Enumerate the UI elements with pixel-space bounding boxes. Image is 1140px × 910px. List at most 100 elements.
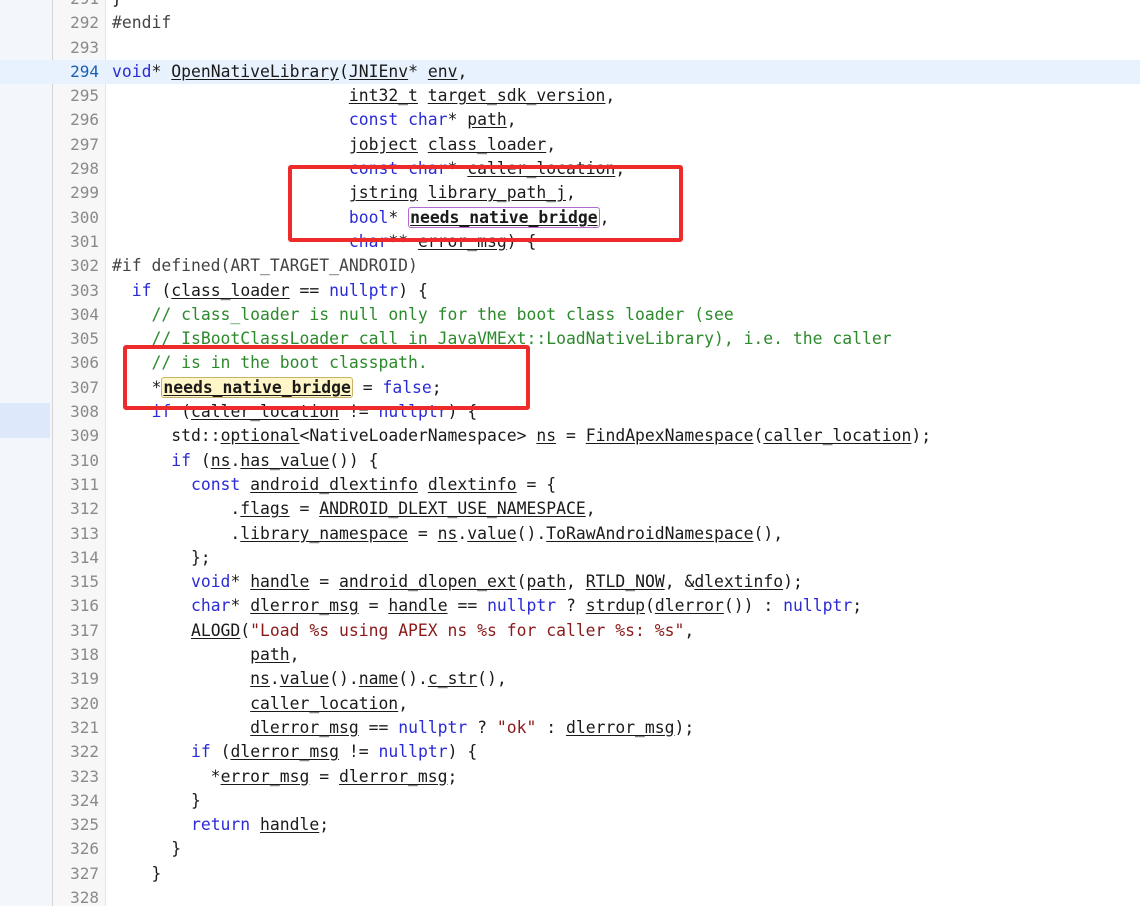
code-line[interactable]: 317 ALOGD("Load %s using APEX ns %s for … <box>0 619 1140 643</box>
highlighted-identifier[interactable]: needs_native_bridge <box>408 206 600 228</box>
code-line[interactable]: 324 } <box>0 789 1140 813</box>
function-name[interactable]: android_dlopen_ext <box>339 572 517 591</box>
identifier[interactable]: dlerror_msg <box>250 718 359 737</box>
identifier[interactable]: ANDROID_DLEXT_USE_NAMESPACE <box>319 499 585 518</box>
identifier[interactable]: dlextinfo <box>428 475 517 494</box>
code-line[interactable]: 323 *error_msg = dlerror_msg; <box>0 765 1140 789</box>
identifier[interactable]: handle <box>260 815 319 834</box>
code-line[interactable]: 309 std::optional<NativeLoaderNamespace>… <box>0 424 1140 448</box>
identifier[interactable]: jobject <box>349 135 418 154</box>
code-line[interactable]: 321 dlerror_msg == nullptr ? "ok" : dler… <box>0 716 1140 740</box>
identifier[interactable]: error_msg <box>418 232 507 251</box>
identifier[interactable]: ns <box>211 451 231 470</box>
function-name[interactable]: name <box>359 669 398 688</box>
code-line[interactable]: 315 void* handle = android_dlopen_ext(pa… <box>0 570 1140 594</box>
code-line[interactable]: 298 const char* caller_location, <box>0 157 1140 181</box>
identifier[interactable]: caller_location <box>467 159 615 178</box>
identifier[interactable]: caller_location <box>191 402 339 421</box>
code-line[interactable]: 306 // is in the boot classpath. <box>0 351 1140 375</box>
identifier[interactable]: dlerror_msg <box>566 718 675 737</box>
function-name[interactable]: ALOGD <box>191 621 240 640</box>
code-line[interactable]: 291} <box>0 0 1140 11</box>
code-line[interactable]: 328 <box>0 886 1140 910</box>
code-line[interactable]: 304 // class_loader is null only for the… <box>0 303 1140 327</box>
code-line[interactable]: 318 path, <box>0 643 1140 667</box>
code-line[interactable]: 326 } <box>0 837 1140 861</box>
code-line[interactable]: 310 if (ns.has_value()) { <box>0 449 1140 473</box>
code-token: ( <box>210 742 231 762</box>
line-text: char* dlerror_msg = handle == nullptr ? … <box>112 594 862 618</box>
code-line[interactable]: 303 if (class_loader == nullptr) { <box>0 279 1140 303</box>
code-line[interactable]: 292 #endif <box>0 11 1140 35</box>
code-line[interactable]: 319 ns.value().name().c_str(), <box>0 667 1140 691</box>
identifier[interactable]: library_namespace <box>240 524 408 543</box>
identifier[interactable]: env <box>428 62 458 81</box>
identifier[interactable]: path <box>467 110 506 129</box>
identifier[interactable]: dlerror_msg <box>250 596 359 615</box>
code-line[interactable]: 293 <box>0 36 1140 60</box>
identifier[interactable]: target_sdk_version <box>428 86 606 105</box>
identifier[interactable]: error_msg <box>221 767 310 786</box>
identifier[interactable]: library_path_j <box>428 183 566 202</box>
function-name[interactable]: ToRawAndroidNamespace <box>546 524 753 543</box>
code-line[interactable]: 305 // IsBootClassLoader call in JavaVME… <box>0 327 1140 351</box>
function-name[interactable]: OpenNativeLibrary <box>171 62 339 81</box>
code-line[interactable]: 300 bool* needs_native_bridge, <box>0 206 1140 230</box>
identifier[interactable]: ns <box>250 669 270 688</box>
code-line[interactable]: 322 if (dlerror_msg != nullptr) { <box>0 740 1140 764</box>
code-token: * <box>230 596 251 616</box>
identifier[interactable]: class_loader <box>171 281 289 300</box>
code-line[interactable]: 314 }; <box>0 546 1140 570</box>
identifier[interactable]: caller_location <box>763 426 911 445</box>
code-line[interactable]: 299 jstring library_path_j, <box>0 181 1140 205</box>
highlighted-identifier[interactable]: needs_native_bridge <box>161 376 353 398</box>
code-line[interactable]: 308 if (caller_location != nullptr) { <box>0 400 1140 424</box>
identifier[interactable]: path <box>250 645 289 664</box>
code-line[interactable]: 325 return handle; <box>0 813 1140 837</box>
identifier[interactable]: dlextinfo <box>694 572 783 591</box>
code-line[interactable]: 307 * needs_native_bridge = false; <box>0 376 1140 400</box>
code-line[interactable]: 313 .library_namespace = ns.value().ToRa… <box>0 522 1140 546</box>
function-name[interactable]: dlerror <box>655 596 724 615</box>
identifier[interactable]: handle <box>388 596 447 615</box>
function-name[interactable]: FindApexNamespace <box>586 426 754 445</box>
identifier[interactable]: ns <box>536 426 556 445</box>
identifier[interactable]: optional <box>221 426 300 445</box>
identifier[interactable]: handle <box>250 572 309 591</box>
function-name[interactable]: c_str <box>428 669 477 688</box>
code-line[interactable]: 294 void* OpenNativeLibrary(JNIEnv* env, <box>0 59 1140 85</box>
identifier[interactable]: RTLD_NOW <box>586 572 665 591</box>
line-text: #if defined(ART_TARGET_ANDROID) <box>112 254 418 278</box>
code-line[interactable]: 296 const char* path, <box>0 108 1140 132</box>
function-name[interactable]: value <box>280 669 329 688</box>
code-line[interactable]: 297 jobject class_loader, <box>0 133 1140 157</box>
identifier[interactable]: ns <box>438 524 458 543</box>
identifier[interactable]: class_loader <box>428 135 546 154</box>
code-line[interactable]: 316 char* dlerror_msg = handle == nullpt… <box>0 594 1140 618</box>
code-token: , <box>605 86 616 106</box>
code-line[interactable]: 302 #if defined(ART_TARGET_ANDROID) <box>0 254 1140 278</box>
identifier[interactable]: path <box>527 572 566 591</box>
identifier[interactable]: caller_location <box>250 694 398 713</box>
code-line[interactable]: 312 .flags = ANDROID_DLEXT_USE_NAMESPACE… <box>0 497 1140 521</box>
function-name[interactable]: strdup <box>586 596 645 615</box>
identifier[interactable]: int32_t <box>349 86 418 105</box>
function-name[interactable]: value <box>467 524 516 543</box>
identifier[interactable]: JNIEnv <box>349 62 408 81</box>
code-editor[interactable]: 291}292#endif293294void* OpenNativeLibra… <box>0 0 1140 910</box>
code-line[interactable]: 295 int32_t target_sdk_version, <box>0 84 1140 108</box>
code-token: , <box>585 499 596 519</box>
code-line[interactable]: 301 char** error_msg) { <box>0 230 1140 254</box>
identifier[interactable]: dlerror_msg <box>230 742 339 761</box>
identifier[interactable]: flags <box>240 499 289 518</box>
function-name[interactable]: has_value <box>240 451 329 470</box>
code-line[interactable]: 320 caller_location, <box>0 692 1140 716</box>
identifier[interactable]: dlerror_msg <box>339 767 448 786</box>
code-line[interactable]: 327 } <box>0 862 1140 886</box>
code-line[interactable]: 311 const android_dlextinfo dlextinfo = … <box>0 473 1140 497</box>
identifier[interactable]: android_dlextinfo <box>250 475 418 494</box>
identifier[interactable]: jstring <box>349 183 418 202</box>
